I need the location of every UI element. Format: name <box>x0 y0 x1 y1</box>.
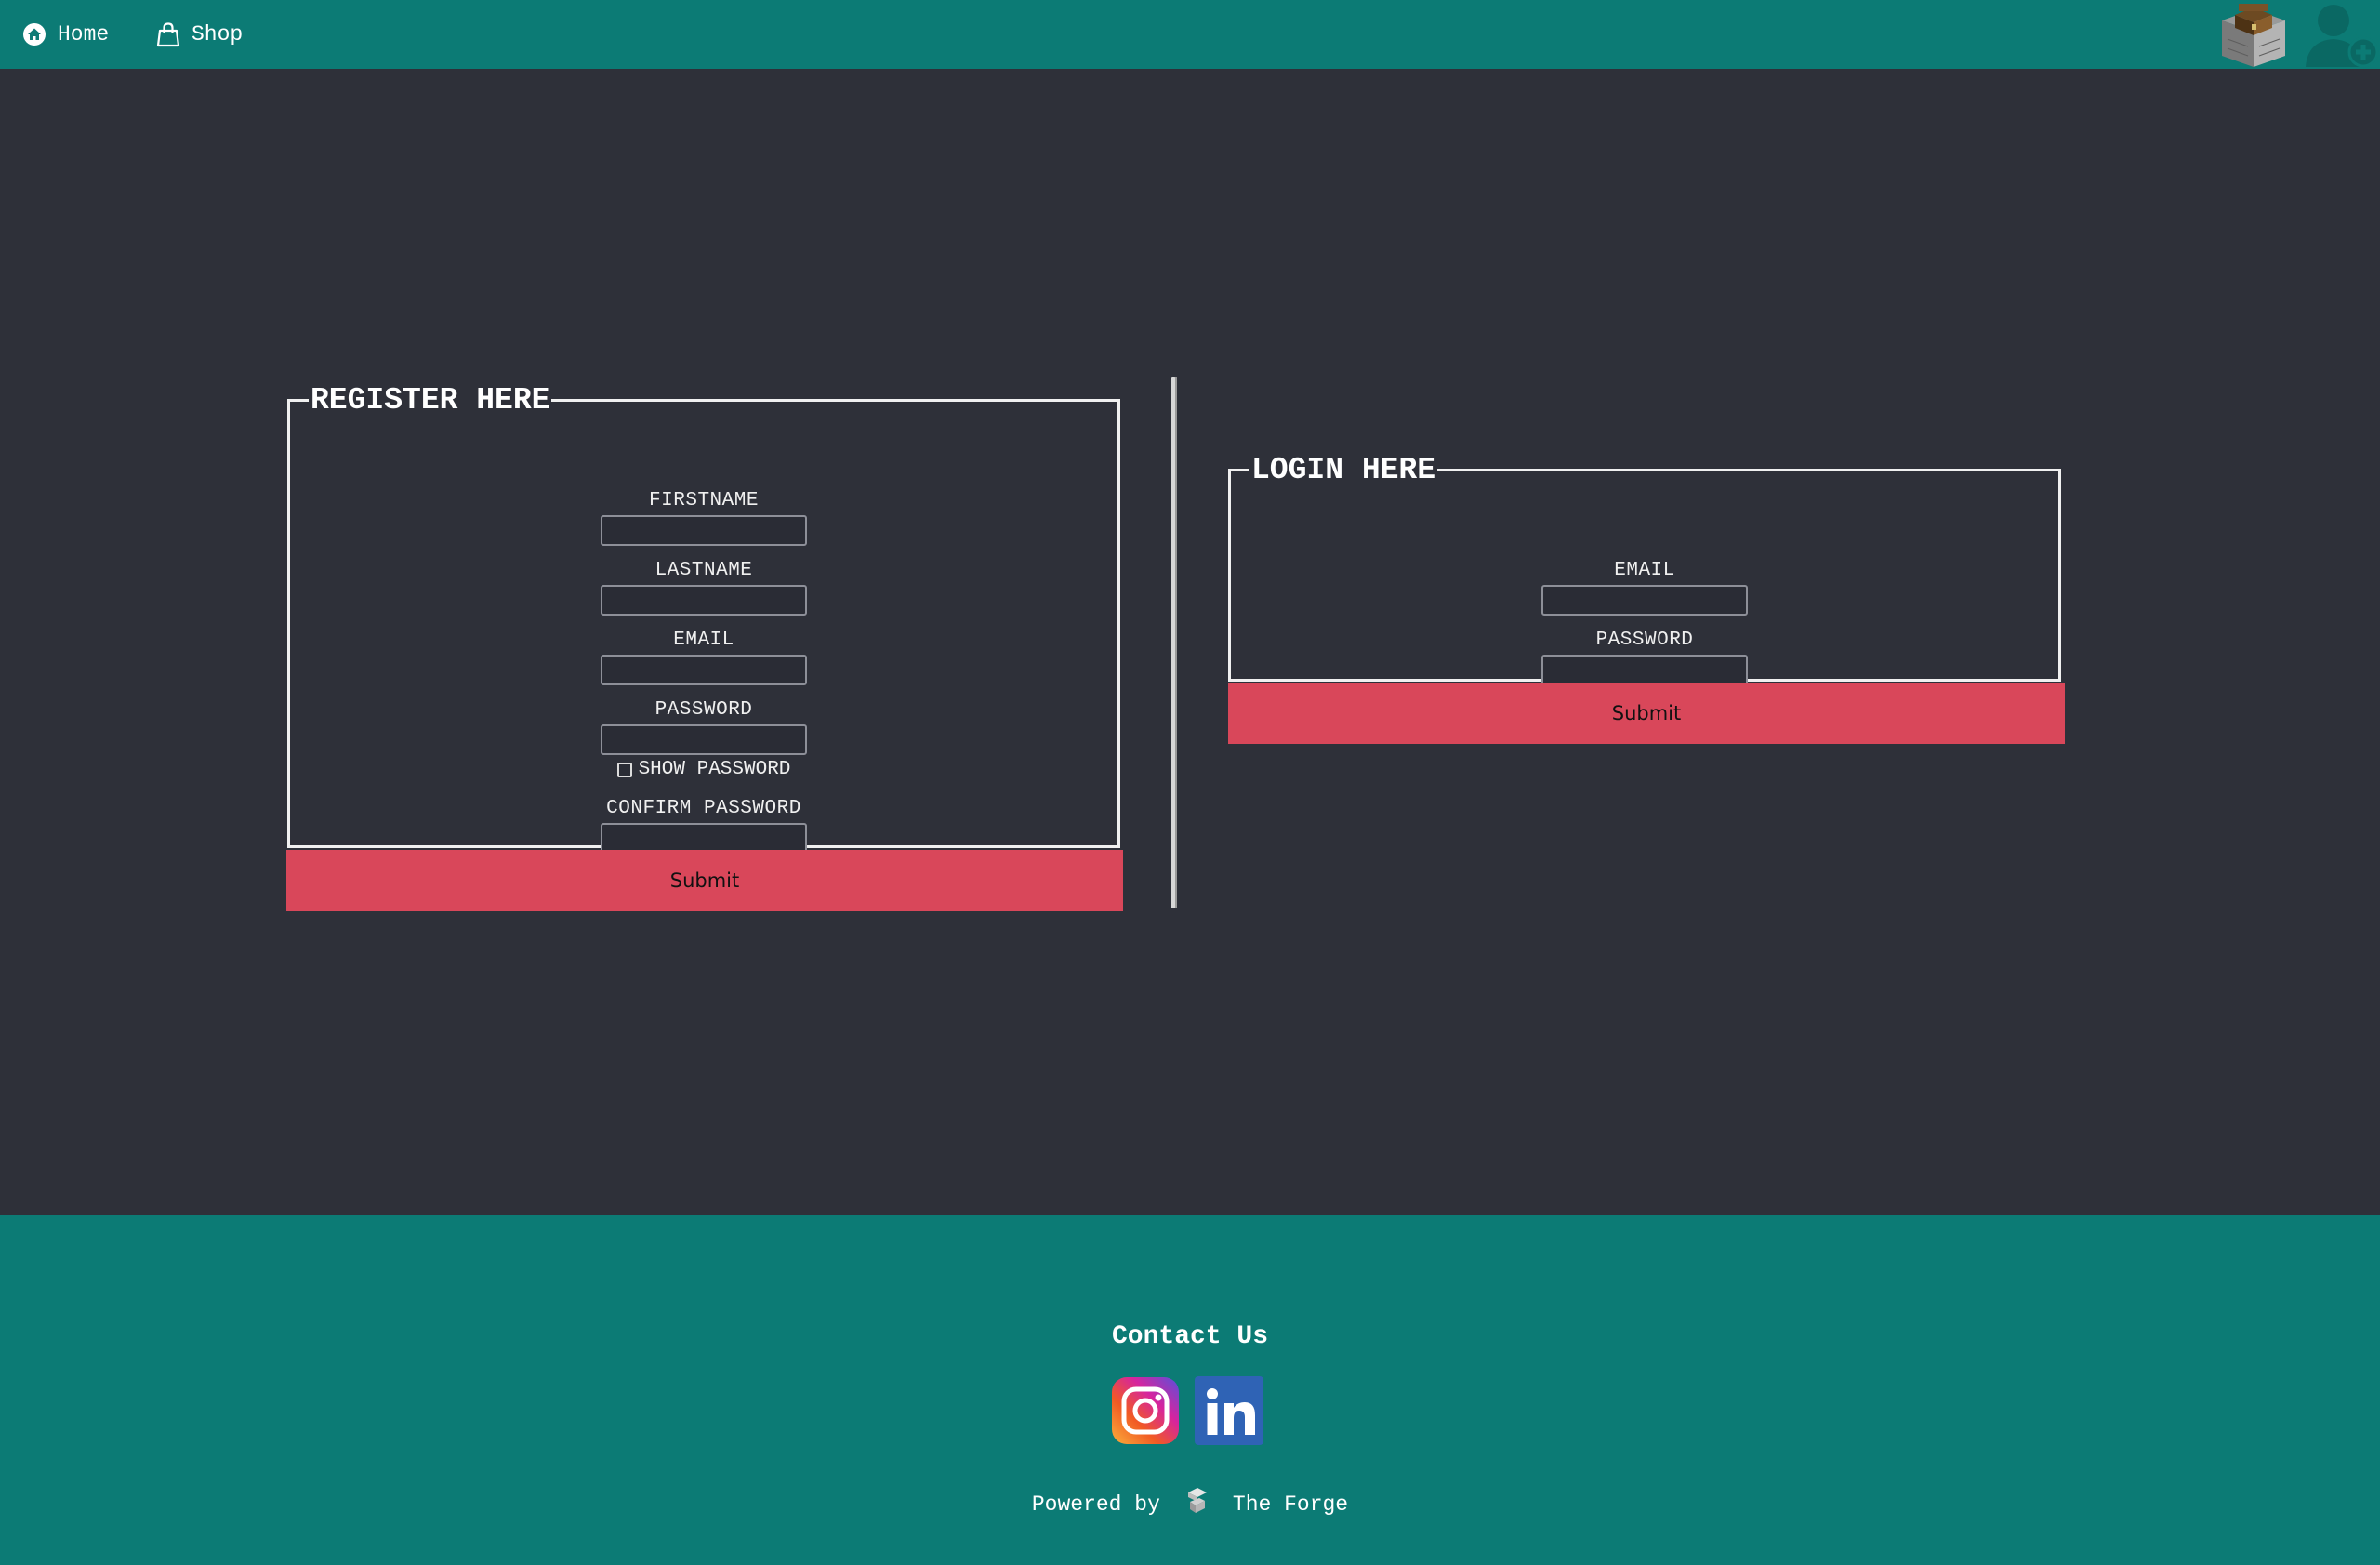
register-legend: REGISTER HERE <box>311 383 550 418</box>
confirm-password-group: CONFIRM PASSWORD <box>290 798 1117 854</box>
powered-by: Powered by The Forge <box>0 1485 2380 1523</box>
powered-by-name: The Forge <box>1232 1492 1349 1517</box>
firstname-input[interactable] <box>601 515 807 546</box>
register-password-group: PASSWORD <box>290 699 1117 755</box>
firstname-label: FIRSTNAME <box>649 490 759 511</box>
contact-title: Contact Us <box>1111 1322 1269 1351</box>
login-legend: LOGIN HERE <box>1251 453 1436 487</box>
add-user-icon[interactable] <box>2302 0 2380 69</box>
firstname-group: FIRSTNAME <box>290 490 1117 546</box>
instagram-icon[interactable] <box>1110 1375 1181 1446</box>
nav-shop-link[interactable]: Shop <box>156 0 243 69</box>
login-password-input[interactable] <box>1541 655 1748 685</box>
show-password-toggle[interactable]: SHOW PASSWORD <box>290 759 1117 780</box>
vertical-divider <box>1171 377 1177 908</box>
footer: Contact Us Powered by The Forge <box>0 1215 2380 1565</box>
show-password-label: SHOW PASSWORD <box>638 759 791 780</box>
confirm-password-label: CONFIRM PASSWORD <box>606 798 801 819</box>
login-form: LOGIN HERE EMAIL PASSWORD <box>1228 453 2061 685</box>
login-submit-button[interactable]: Submit <box>1228 683 2065 744</box>
register-email-group: EMAIL <box>290 630 1117 685</box>
login-password-label: PASSWORD <box>1595 630 1694 651</box>
register-submit-button[interactable]: Submit <box>286 850 1123 911</box>
social-links <box>1110 1375 1264 1446</box>
top-navbar: Home Shop <box>0 0 2380 69</box>
register-password-label: PASSWORD <box>654 699 753 721</box>
linkedin-icon[interactable] <box>1194 1375 1264 1446</box>
lastname-group: LASTNAME <box>290 560 1117 616</box>
nav-home-link[interactable]: Home <box>22 0 109 69</box>
lastname-input[interactable] <box>601 585 807 616</box>
powered-by-label: Powered by <box>1031 1492 1160 1517</box>
home-icon <box>22 22 46 46</box>
register-email-label: EMAIL <box>673 630 734 651</box>
login-email-label: EMAIL <box>1614 560 1675 581</box>
register-form: REGISTER HERE FIRSTNAME LASTNAME EMAIL P… <box>287 383 1120 854</box>
show-password-checkbox[interactable] <box>616 762 632 777</box>
nav-home-label: Home <box>58 22 110 46</box>
forge-logo-icon <box>1183 1485 1210 1523</box>
treasure-chest-icon[interactable] <box>2216 2 2291 69</box>
nav-shop-label: Shop <box>192 22 244 46</box>
login-email-group: EMAIL <box>1231 560 2058 616</box>
register-email-input[interactable] <box>601 655 807 685</box>
lastname-label: LASTNAME <box>654 560 753 581</box>
login-password-group: PASSWORD <box>1231 630 2058 685</box>
register-password-input[interactable] <box>601 724 807 755</box>
login-email-input[interactable] <box>1541 585 1748 616</box>
shopping-bag-icon <box>156 21 180 47</box>
